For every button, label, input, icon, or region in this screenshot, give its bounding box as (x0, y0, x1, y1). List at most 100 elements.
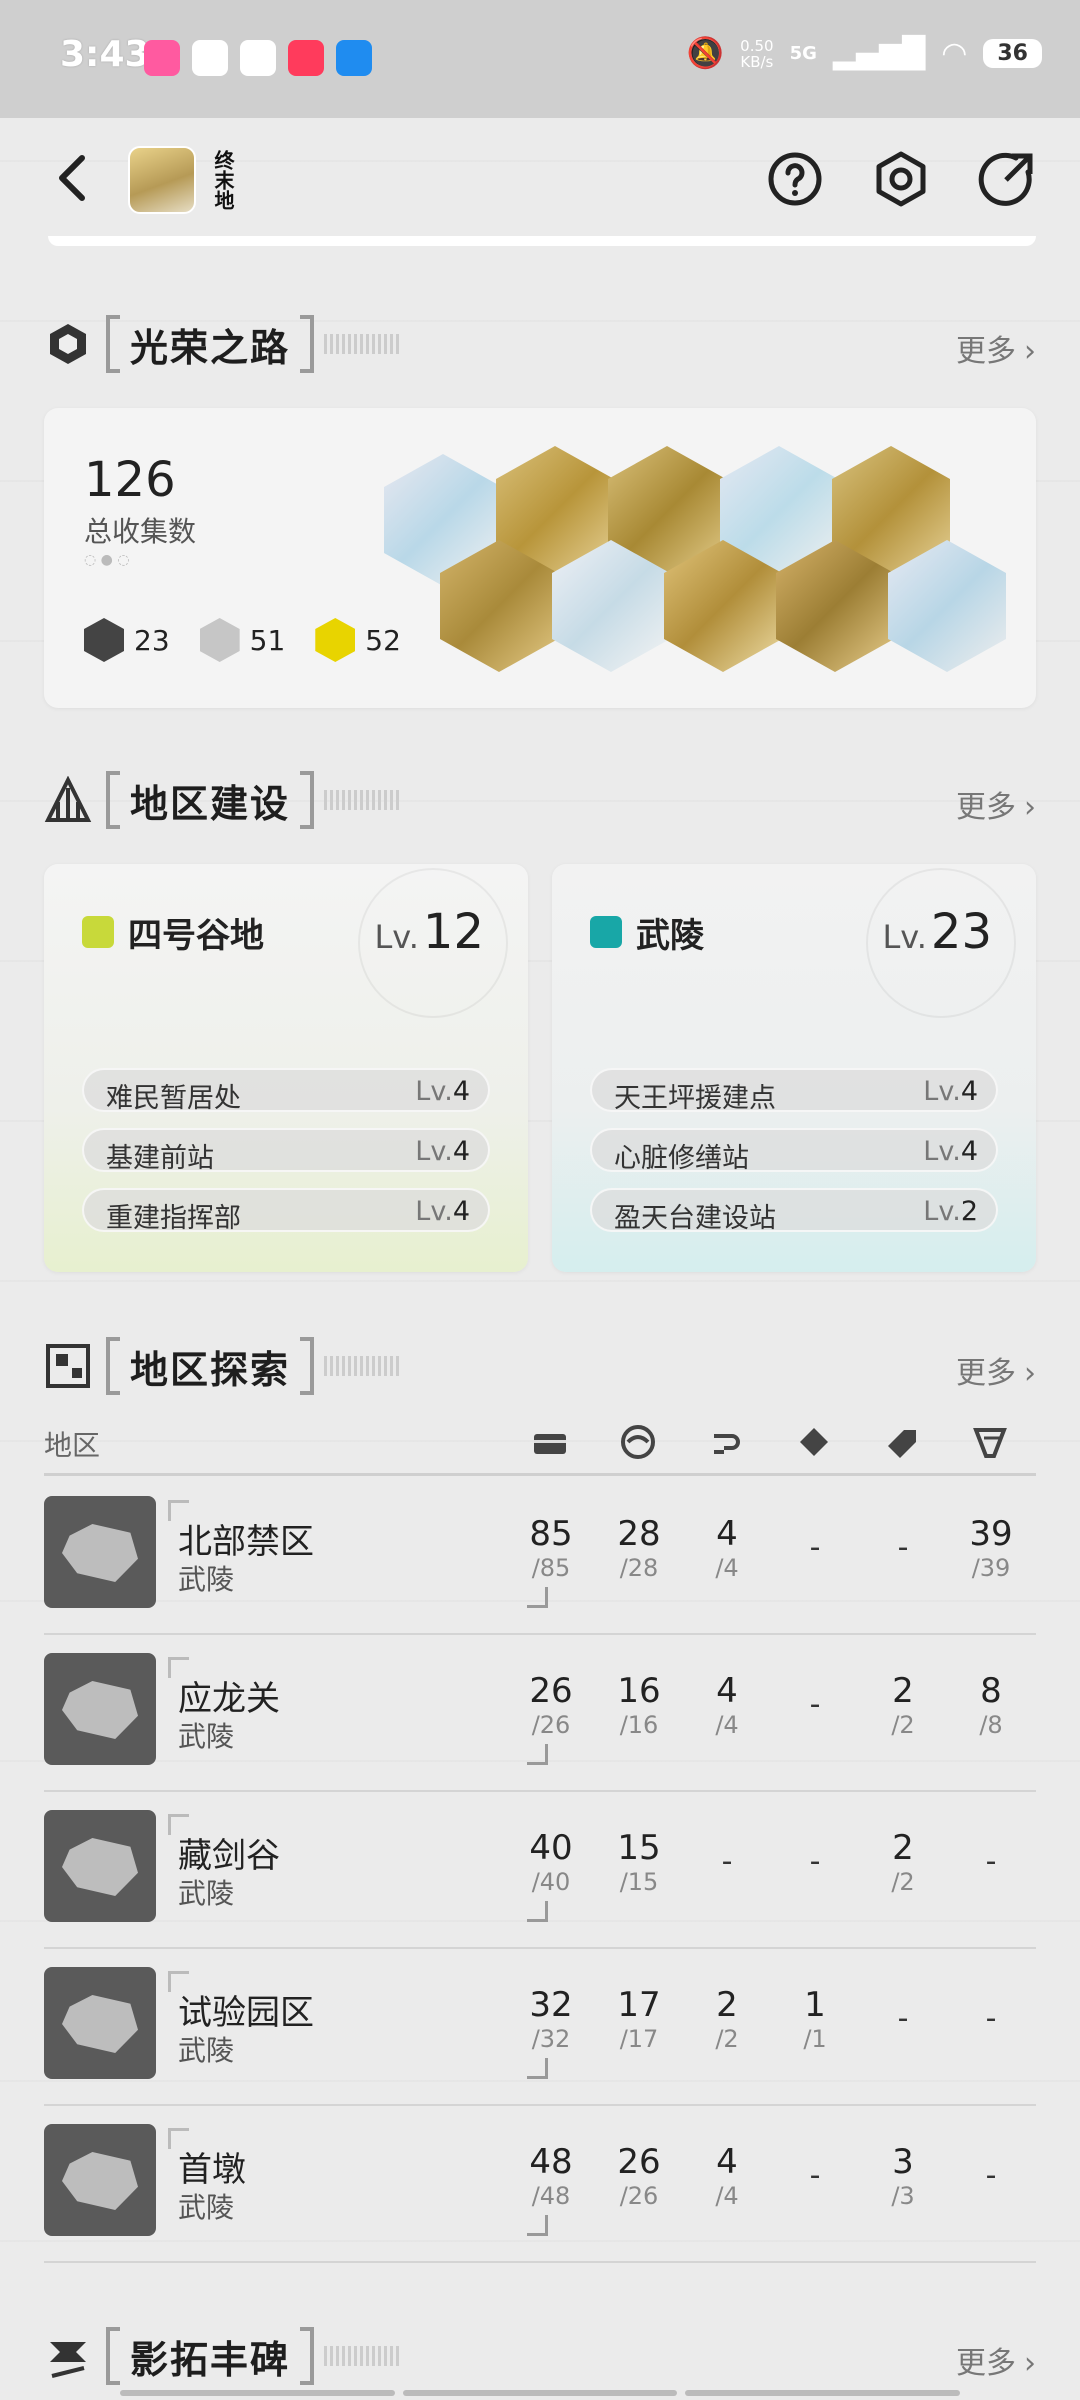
cell-value: 48 (529, 2142, 573, 2182)
cell-value: 85 (529, 1514, 573, 1554)
cell-total: /4 (715, 2182, 739, 2210)
site-row[interactable]: 心脏修缮站 Lv.4 (590, 1128, 998, 1174)
site-level-value: 4 (960, 1076, 978, 1107)
cell-hook: 4/4 (692, 1671, 762, 1739)
cell-swirl: 15/15 (604, 1828, 674, 1896)
site-level-value: 4 (452, 1076, 470, 1107)
cell-swirl: 28/28 (604, 1514, 674, 1582)
avatar[interactable] (128, 146, 196, 214)
cell-total: /40 (531, 1868, 571, 1896)
cell-value: 1 (804, 1985, 826, 2025)
table-row[interactable]: 应龙关 武陵 26/26 16/16 4/4 - 2/2 8/8 (44, 1635, 1036, 1792)
cell-shield: - (956, 2142, 1026, 2196)
notification-icons (144, 40, 372, 76)
dark-badge-icon (84, 618, 124, 662)
site-level: Lv.4 (415, 1136, 470, 1167)
region-thumbnail (44, 1967, 156, 2079)
cell-value: 15 (617, 1828, 661, 1868)
cell-tag: - (868, 1985, 938, 2039)
map-shape (62, 2152, 138, 2210)
chevron-right-icon: › (1024, 2346, 1036, 2381)
share-icon[interactable] (976, 148, 1038, 210)
cell-chest: 32/32 (516, 1985, 586, 2053)
back-arrow-icon[interactable] (44, 148, 104, 208)
site-row[interactable]: 基建前站 Lv.4 (82, 1128, 490, 1174)
build-title-wrap: 地区建设 (106, 768, 403, 832)
map-shape (62, 1681, 138, 1739)
cell-hook: - (692, 1828, 762, 1882)
count-dark-value: 23 (134, 623, 170, 657)
region-card-valley[interactable]: 四号谷地 Lv.12 难民暂居处 Lv.4 基建前站 Lv.4 重建指挥部 Lv.4 (44, 864, 528, 1272)
site-level: Lv.4 (923, 1076, 978, 1107)
glory-more-label: 更多 (956, 334, 1016, 369)
title-tag (324, 790, 403, 810)
build-title: 地区建设 (130, 781, 291, 826)
bracket-right (300, 315, 315, 373)
cell-value: 39 (969, 1514, 1013, 1554)
battery-level: 36 (983, 39, 1042, 68)
glory-more-link[interactable]: 更多 › (956, 326, 1036, 370)
wuling-region-icon (590, 916, 622, 948)
cell-total: /8 (979, 1711, 1003, 1739)
build-more-link[interactable]: 更多 › (956, 782, 1036, 826)
cell-empty: - (809, 1530, 821, 1565)
bracket-left (106, 1337, 120, 1395)
help-icon[interactable] (764, 148, 826, 210)
table-row[interactable]: 藏剑谷 武陵 40/40 15/15 - - 2/2 - (44, 1792, 1036, 1949)
site-level-value: 4 (452, 1136, 470, 1167)
status-indicators: 🔕 0.50 KB/s 5G ▂▄▆█ ◠ 36 (687, 36, 1042, 71)
site-row[interactable]: 重建指挥部 Lv.4 (82, 1188, 490, 1234)
glory-decoration: ◌ ● ◌ (84, 552, 130, 568)
col-region-label: 地区 (44, 1429, 101, 1462)
glory-card[interactable]: 126 总收集数 ◌ ● ◌ 23 51 52 (44, 408, 1036, 708)
cell-swirl: 17/17 (604, 1985, 674, 2053)
site-level: Lv.2 (923, 1196, 978, 1227)
explore-more-link[interactable]: 更多 › (956, 1348, 1036, 1392)
cell-chest: 85/85 (516, 1514, 586, 1582)
lv-prefix: Lv. (415, 1196, 453, 1227)
monument-more-link[interactable]: 更多 › (956, 2338, 1036, 2382)
site-row[interactable]: 天王坪援建点 Lv.4 (590, 1068, 998, 1114)
music-icon (288, 40, 324, 76)
table-row[interactable]: 首墩 武陵 48/48 26/26 4/4 - 3/3 - (44, 2106, 1036, 2263)
site-name: 重建指挥部 (106, 1203, 241, 1234)
site-name: 心脏修缮站 (614, 1143, 749, 1174)
site-level: Lv.4 (415, 1196, 470, 1227)
cell-value: 4 (716, 1671, 738, 1711)
monument-more-label: 更多 (956, 2346, 1016, 2381)
status-bar: 3:43 🔕 0.50 KB/s 5G ▂▄▆█ ◠ 36 (0, 0, 1080, 118)
qr-map-icon (46, 1344, 90, 1388)
site-name: 天王坪援建点 (614, 1083, 776, 1114)
cell-total: /28 (619, 1554, 659, 1582)
lv-prefix: Lv. (882, 918, 927, 956)
bracket-left (106, 771, 120, 829)
cell-shield: 8/8 (956, 1671, 1026, 1739)
table-row[interactable]: 北部禁区 武陵 85/85 28/28 4/4 - - 39/39 (44, 1478, 1036, 1635)
glory-total: 126 (84, 452, 176, 508)
site-row[interactable]: 盈天台建设站 Lv.2 (590, 1188, 998, 1234)
net-speed-unit: KB/s (740, 52, 774, 71)
build-more-label: 更多 (956, 790, 1016, 825)
table-row[interactable]: 试验园区 武陵 32/32 17/17 2/2 1/1 - - (44, 1949, 1036, 2106)
site-level-value: 2 (960, 1196, 978, 1227)
weibo-icon (192, 40, 228, 76)
lv-prefix: Lv. (415, 1076, 453, 1107)
glory-total-label: 总收集数 (84, 515, 197, 548)
region-name: 武陵 (636, 916, 704, 956)
explore-more-label: 更多 (956, 1356, 1016, 1391)
cell-total: /2 (891, 1868, 915, 1896)
explore-title-wrap: 地区探索 (106, 1334, 403, 1398)
build-section-header: 地区建设 更多 › (44, 768, 1036, 838)
cell-total: /1 (803, 2025, 827, 2053)
cell-value: 3 (892, 2142, 914, 2182)
region-card-wuling[interactable]: 武陵 Lv.23 天王坪援建点 Lv.4 心脏修缮站 Lv.4 盈天台建设站 Lv.2 (552, 864, 1036, 1272)
row-name: 北部禁区 (178, 1522, 314, 1562)
cell-empty: - (985, 1844, 997, 1879)
cell-total: /26 (531, 1711, 571, 1739)
settings-icon[interactable] (870, 148, 932, 210)
region-thumbnail (44, 1810, 156, 1922)
silver-badge-icon (199, 618, 240, 662)
site-row[interactable]: 难民暂居处 Lv.4 (82, 1068, 490, 1114)
cell-value: 17 (617, 1985, 661, 2025)
bracket-right (300, 771, 315, 829)
